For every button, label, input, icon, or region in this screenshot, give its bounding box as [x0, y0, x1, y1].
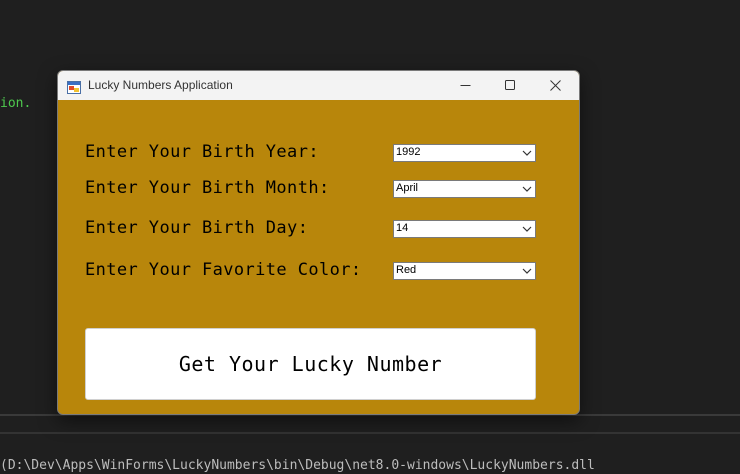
- birth-month-label: Enter Your Birth Month:: [85, 178, 330, 198]
- favorite-color-select[interactable]: Red: [393, 262, 536, 280]
- maximize-icon: [504, 80, 515, 90]
- background-divider: [0, 432, 740, 434]
- app-icon: [67, 79, 81, 94]
- minimize-button[interactable]: [442, 71, 488, 100]
- close-button[interactable]: [532, 71, 578, 100]
- minimize-icon: [460, 85, 470, 86]
- chevron-down-icon: [522, 268, 532, 274]
- birth-year-value: 1992: [396, 146, 421, 158]
- background-code-text: ion.: [0, 96, 32, 111]
- maximize-button[interactable]: [487, 71, 533, 100]
- favorite-color-value: Red: [396, 264, 417, 276]
- birth-day-label: Enter Your Birth Day:: [85, 218, 309, 238]
- birth-year-label: Enter Your Birth Year:: [85, 142, 319, 162]
- window-title: Lucky Numbers Application: [88, 78, 233, 92]
- favorite-color-label: Enter Your Favorite Color:: [85, 260, 362, 280]
- app-window: Lucky Numbers Application Enter Your Bir…: [57, 70, 580, 415]
- chevron-down-icon: [522, 226, 532, 232]
- chevron-down-icon: [522, 150, 532, 156]
- close-icon: [549, 80, 561, 91]
- get-lucky-number-button[interactable]: Get Your Lucky Number: [85, 328, 536, 400]
- birth-day-select[interactable]: 14: [393, 220, 536, 238]
- background-output-text: (D:\Dev\Apps\WinForms\LuckyNumbers\bin\D…: [0, 458, 595, 473]
- chevron-down-icon: [522, 186, 532, 192]
- title-bar[interactable]: Lucky Numbers Application: [58, 71, 579, 100]
- form-client-area: Enter Your Birth Year: 1992 Enter Your B…: [58, 100, 579, 414]
- birth-month-value: April: [396, 182, 419, 194]
- birth-day-value: 14: [396, 222, 409, 234]
- birth-year-select[interactable]: 1992: [393, 144, 536, 162]
- birth-month-select[interactable]: April: [393, 180, 536, 198]
